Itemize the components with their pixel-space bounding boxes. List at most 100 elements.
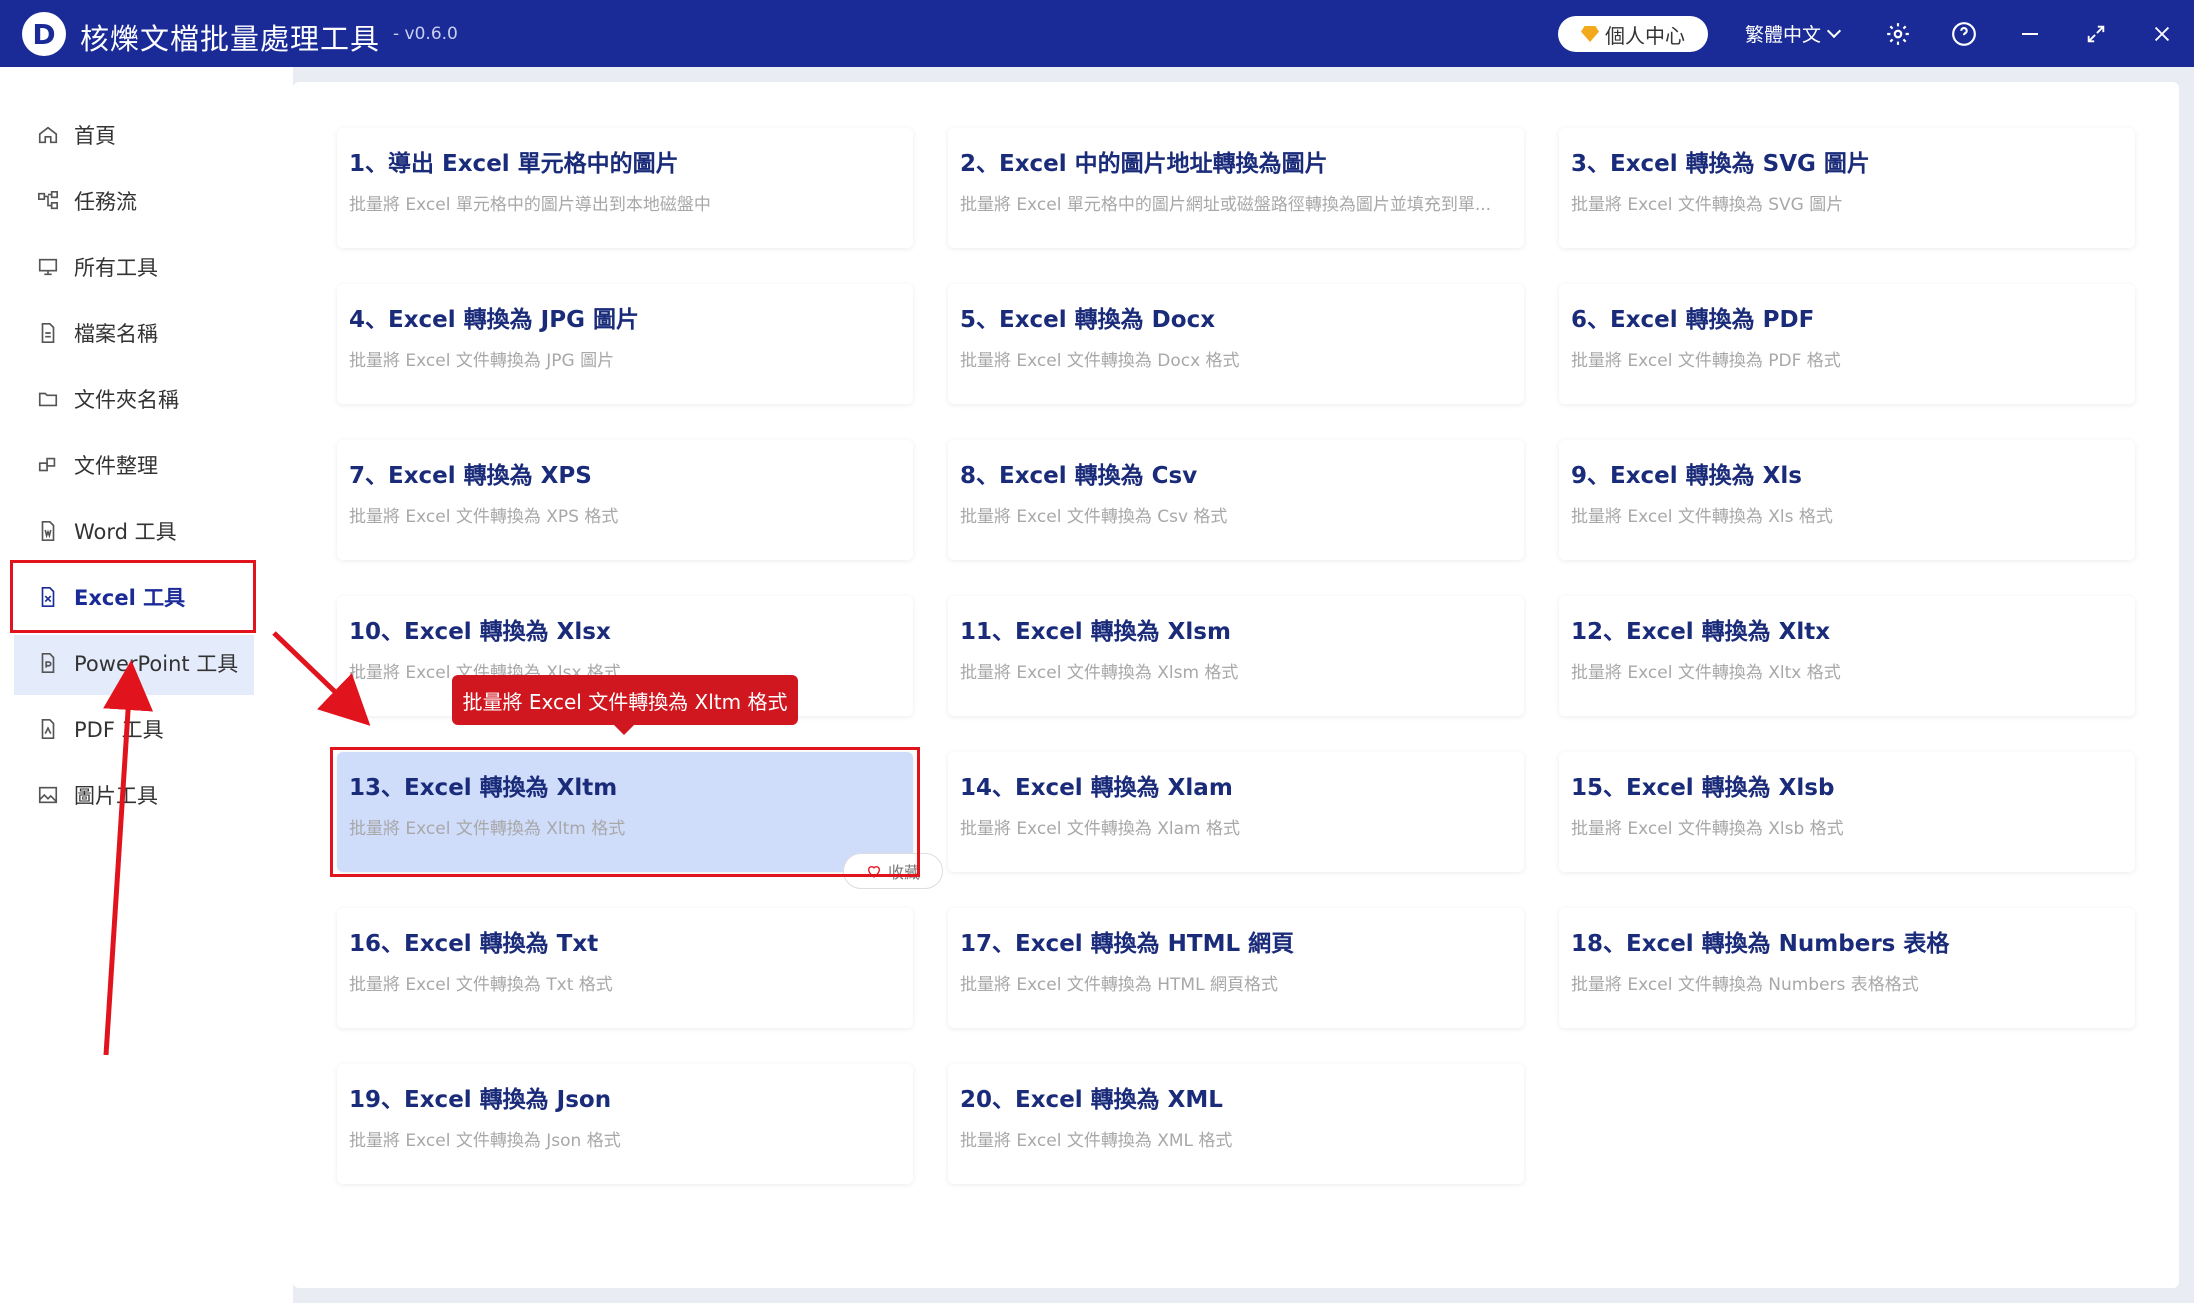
tool-card-description: 批量將 Excel 文件轉換為 Xltx 格式 <box>1571 663 1841 683</box>
close-icon[interactable] <box>2146 18 2178 50</box>
sidebar-item-label: 任務流 <box>74 190 137 214</box>
tool-card[interactable]: 16、Excel 轉換為 Txt 批量將 Excel 文件轉換為 Txt 格式 <box>337 908 913 1028</box>
title-bar: D 核爍文檔批量處理工具 - v0.6.0 個人中心 繁體中文 <box>0 0 2194 67</box>
tool-card[interactable]: 18、Excel 轉換為 Numbers 表格批量將 Excel 文件轉換為 N… <box>1559 908 2135 1028</box>
tool-card-description: 批量將 Excel 文件轉換為 PDF 格式 <box>1571 351 1841 371</box>
tool-card-description: 批量將 Excel 文件轉換為 XPS 格式 <box>349 507 619 527</box>
personal-center-button[interactable]: 個人中心 <box>1558 16 1708 52</box>
tool-card[interactable]: 15、Excel 轉換為 Xlsb 批量將 Excel 文件轉換為 Xlsb 格式 <box>1559 752 2135 872</box>
sidebar-item-label: 文件夾名稱 <box>74 388 179 412</box>
sidebar-item-image[interactable]: 圖片工具 <box>36 775 158 815</box>
tool-card-title: 5、Excel 轉換為 Docx <box>960 307 1216 333</box>
tool-card-description: 批量將 Excel 文件轉換為 Txt 格式 <box>349 975 613 995</box>
sidebar-item-folder[interactable]: 文件夾名稱 <box>36 379 179 419</box>
tool-card-description: 批量將 Excel 單元格中的圖片網址或磁盤路徑轉換為圖片並填充到單... <box>960 195 1492 215</box>
sidebar-item-label: 所有工具 <box>74 256 158 280</box>
gear-icon[interactable] <box>1882 18 1914 50</box>
tool-card-description: 批量將 Excel 文件轉換為 Csv 格式 <box>960 507 1228 527</box>
image-icon <box>36 783 60 807</box>
tool-card-title: 17、Excel 轉換為 HTML 網頁 <box>960 931 1295 957</box>
tool-card-description: 批量將 Excel 文件轉換為 Xlsb 格式 <box>1571 819 1844 839</box>
app-title: 核爍文檔批量處理工具 <box>80 22 381 56</box>
tool-card[interactable]: 1、導出 Excel 單元格中的圖片批量將 Excel 單元格中的圖片導出到本地… <box>337 128 913 248</box>
sidebar-item-file[interactable]: 檔案名稱 <box>36 313 158 353</box>
tool-card-title: 12、Excel 轉換為 Xltx <box>1571 619 1831 645</box>
tool-card-description: 批量將 Excel 文件轉換為 Numbers 表格格式 <box>1571 975 1919 995</box>
tool-card-title: 14、Excel 轉換為 Xlam <box>960 775 1233 801</box>
organize-icon <box>36 453 60 477</box>
tool-card-title: 16、Excel 轉換為 Txt <box>349 931 599 957</box>
tool-card-title: 7、Excel 轉換為 XPS <box>349 463 592 489</box>
tool-card-title: 20、Excel 轉換為 XML <box>960 1087 1223 1113</box>
tool-card-description: 批量將 Excel 文件轉換為 JPG 圖片 <box>349 351 615 371</box>
tool-card-title: 8、Excel 轉換為 Csv <box>960 463 1198 489</box>
sidebar-item-word[interactable]: Word 工具 <box>36 511 177 551</box>
pdf-icon <box>36 717 60 741</box>
tool-card[interactable]: 17、Excel 轉換為 HTML 網頁批量將 Excel 文件轉換為 HTML… <box>948 908 1524 1028</box>
sidebar-item-workflow[interactable]: 任務流 <box>36 181 137 221</box>
word-icon <box>36 519 60 543</box>
file-icon <box>36 321 60 345</box>
sidebar-item-label: 檔案名稱 <box>74 322 158 346</box>
tool-card-title: 1、導出 Excel 單元格中的圖片 <box>349 151 679 177</box>
folder-icon <box>36 387 60 411</box>
tool-card[interactable]: 20、Excel 轉換為 XML 批量將 Excel 文件轉換為 XML 格式 <box>948 1064 1524 1184</box>
sidebar-item-monitor[interactable]: 所有工具 <box>36 247 158 287</box>
tool-card-description: 批量將 Excel 文件轉換為 Xlsm 格式 <box>960 663 1239 683</box>
sidebar-item-label: 首頁 <box>74 124 116 148</box>
tool-card[interactable]: 6、Excel 轉換為 PDF 批量將 Excel 文件轉換為 PDF 格式 <box>1559 284 2135 404</box>
sidebar-item-organize[interactable]: 文件整理 <box>36 445 158 485</box>
tool-card-title: 19、Excel 轉換為 Json <box>349 1087 612 1113</box>
ppt-icon <box>36 651 60 675</box>
monitor-icon <box>36 255 60 279</box>
minimize-icon[interactable] <box>2014 18 2046 50</box>
tool-card[interactable]: 8、Excel 轉換為 Csv 批量將 Excel 文件轉換為 Csv 格式 <box>948 440 1524 560</box>
tool-card-title: 18、Excel 轉換為 Numbers 表格 <box>1571 931 1950 957</box>
sidebar-item-label: PDF 工具 <box>74 718 164 742</box>
sidebar-item-label: PowerPoint 工具 <box>74 652 239 676</box>
app-logo: D <box>22 12 66 56</box>
tool-card-title: 3、Excel 轉換為 SVG 圖片 <box>1571 151 1870 177</box>
tool-card-description: 批量將 Excel 文件轉換為 XML 格式 <box>960 1131 1233 1151</box>
tool-card-title: 9、Excel 轉換為 Xls <box>1571 463 1802 489</box>
tool-card-title: 4、Excel 轉換為 JPG 圖片 <box>349 307 639 333</box>
sidebar-item-home[interactable]: 首頁 <box>36 115 116 155</box>
tool-card[interactable]: 2、Excel 中的圖片地址轉換為圖片批量將 Excel 單元格中的圖片網址或磁… <box>948 128 1524 248</box>
app-version: - v0.6.0 <box>393 24 458 44</box>
tool-card[interactable]: 3、Excel 轉換為 SVG 圖片批量將 Excel 文件轉換為 SVG 圖片 <box>1559 128 2135 248</box>
tool-card[interactable]: 9、Excel 轉換為 Xls 批量將 Excel 文件轉換為 Xls 格式 <box>1559 440 2135 560</box>
tool-card-title: 6、Excel 轉換為 PDF <box>1571 307 1815 333</box>
tool-card-description: 批量將 Excel 文件轉換為 Json 格式 <box>349 1131 621 1151</box>
tool-card-description: 批量將 Excel 文件轉換為 Xls 格式 <box>1571 507 1833 527</box>
tool-card-description: 批量將 Excel 文件轉換為 Xlam 格式 <box>960 819 1240 839</box>
tool-card-title: 2、Excel 中的圖片地址轉換為圖片 <box>960 151 1328 177</box>
language-label: 繁體中文 <box>1745 24 1822 46</box>
personal-center-label: 個人中心 <box>1605 23 1685 48</box>
tool-card-description: 批量將 Excel 文件轉換為 Docx 格式 <box>960 351 1240 371</box>
tooltip: 批量將 Excel 文件轉換為 Xltm 格式 <box>452 675 798 735</box>
tool-card[interactable]: 14、Excel 轉換為 Xlam 批量將 Excel 文件轉換為 Xlam 格式 <box>948 752 1524 872</box>
tool-card-description: 批量將 Excel 單元格中的圖片導出到本地磁盤中 <box>349 195 711 215</box>
tool-card[interactable]: 7、Excel 轉換為 XPS 批量將 Excel 文件轉換為 XPS 格式 <box>337 440 913 560</box>
workflow-icon <box>36 189 60 213</box>
sidebar-item-pdf[interactable]: PDF 工具 <box>36 709 164 749</box>
tool-card[interactable]: 12、Excel 轉換為 Xltx 批量將 Excel 文件轉換為 Xltx 格式 <box>1559 596 2135 716</box>
tool-card[interactable]: 4、Excel 轉換為 JPG 圖片批量將 Excel 文件轉換為 JPG 圖片 <box>337 284 913 404</box>
tool-card[interactable]: 19、Excel 轉換為 Json 批量將 Excel 文件轉換為 Json 格式 <box>337 1064 913 1184</box>
tool-card[interactable]: 5、Excel 轉換為 Docx 批量將 Excel 文件轉換為 Docx 格式 <box>948 284 1524 404</box>
sidebar-item-label: 圖片工具 <box>74 784 158 808</box>
tool-card-description: 批量將 Excel 文件轉換為 SVG 圖片 <box>1571 195 1844 215</box>
help-icon[interactable] <box>1948 18 1980 50</box>
chevron-down-icon <box>1826 23 1842 39</box>
annotation-box-sidebar <box>10 560 256 633</box>
sidebar-item-ppt[interactable]: PowerPoint 工具 <box>36 643 238 683</box>
tool-card-title: 10、Excel 轉換為 Xlsx <box>349 619 611 645</box>
home-icon <box>36 123 60 147</box>
tool-card-title: 15、Excel 轉換為 Xlsb <box>1571 775 1835 801</box>
language-selector[interactable]: 繁體中文 <box>1745 20 1842 47</box>
maximize-icon[interactable] <box>2080 18 2112 50</box>
tool-card[interactable]: 11、Excel 轉換為 Xlsm 批量將 Excel 文件轉換為 Xlsm 格式 <box>948 596 1524 716</box>
tool-card-description: 批量將 Excel 文件轉換為 HTML 網頁格式 <box>960 975 1278 995</box>
sidebar-item-label: Word 工具 <box>74 520 177 544</box>
sidebar-item-label: 文件整理 <box>74 454 158 478</box>
